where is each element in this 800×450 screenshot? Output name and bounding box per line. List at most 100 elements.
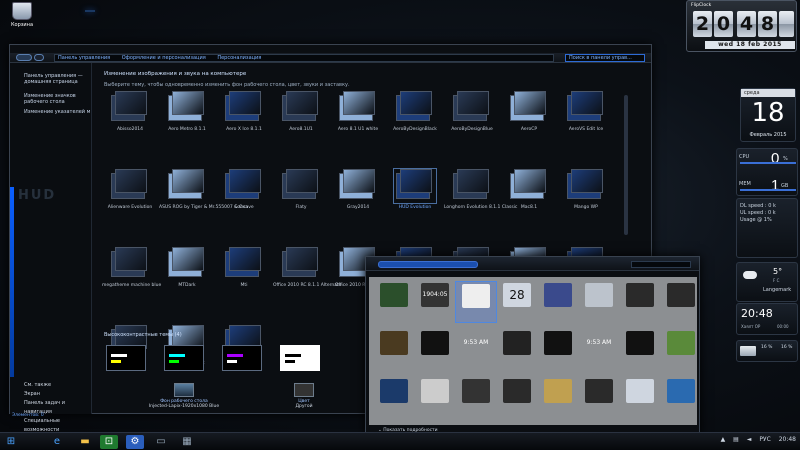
color-setting[interactable]: Цвет Другой xyxy=(284,383,324,409)
gadget-tile[interactable] xyxy=(455,377,497,419)
gadget-tile[interactable] xyxy=(373,281,415,323)
gadget-tile[interactable]: 9:53 AM xyxy=(578,329,620,371)
gadget-tile[interactable] xyxy=(619,377,661,419)
drive-free: 16 % xyxy=(781,345,793,350)
theme-thumbnail xyxy=(109,91,151,125)
theme-tile[interactable]: Flaty xyxy=(273,169,329,217)
theme-tile[interactable]: Concave xyxy=(216,169,272,217)
theme-tile[interactable]: Gray2014 xyxy=(330,169,386,217)
theme-thumbnail xyxy=(451,169,493,203)
taskbar: ⊞ e ▬ ⊡ ⚙ ▭ ▦ ▲ ▤ ◄ РУС 20:48 xyxy=(0,432,800,450)
hc-theme[interactable] xyxy=(280,345,320,371)
store-icon[interactable]: ⊡ xyxy=(100,435,118,449)
theme-tile[interactable]: AeroCP xyxy=(501,91,557,139)
drive-meter-gadget[interactable]: 16 % 16 % xyxy=(736,340,798,362)
lang-indicator[interactable]: РУС xyxy=(759,436,770,443)
network-meter-gadget[interactable]: DL speed : 0 k UL speed : 0 k Usage @ 1% xyxy=(736,198,798,258)
hc-theme[interactable] xyxy=(222,345,262,371)
theme-thumbnail xyxy=(394,91,436,125)
theme-name: megatheme machine blue xyxy=(102,283,162,288)
gadget-tile[interactable] xyxy=(537,377,579,419)
theme-tile[interactable]: Office 2010 RC 8.1.1 Alternate xyxy=(273,247,342,295)
gadget-tile[interactable] xyxy=(660,377,702,419)
sidebar-link-pointers[interactable]: Изменение указателей мыши xyxy=(24,109,90,115)
theme-tile[interactable]: Aero X Ice 8.1.1 xyxy=(216,91,272,139)
gallery-search-input[interactable] xyxy=(631,261,691,268)
gadget-tile[interactable] xyxy=(578,281,620,323)
gadget-tile[interactable] xyxy=(660,329,702,371)
sidebar-link-icons[interactable]: Изменение значков рабочего стола xyxy=(24,93,90,105)
theme-name: Mango WP xyxy=(574,205,598,210)
breadcrumb[interactable]: Панель управления Оформление и персонали… xyxy=(54,54,554,62)
gadget-tile[interactable]: 9:53 AM xyxy=(455,329,497,371)
gallery-tabs[interactable] xyxy=(378,261,478,268)
theme-tile[interactable]: AeroByDesignBlack xyxy=(387,91,443,139)
gadget-tile[interactable] xyxy=(537,281,579,323)
theme-tile[interactable]: Longhorn Evolution 8.1.1 Classic xyxy=(444,169,517,217)
theme-tile[interactable]: Mac8.1 xyxy=(501,169,557,217)
theme-tile[interactable]: Aero 8.1 U1 white xyxy=(330,91,386,139)
volume-icon[interactable]: ◄ xyxy=(747,436,752,443)
gadget-tile[interactable] xyxy=(373,377,415,419)
tray-clock[interactable]: 20:48 xyxy=(779,436,796,443)
search-input[interactable]: Поиск в панели управ... xyxy=(565,54,645,62)
gadget-thumbnail xyxy=(462,379,490,403)
gadget-tile[interactable] xyxy=(414,329,456,371)
theme-tile[interactable]: HUD Evolution xyxy=(387,168,443,217)
ie-icon[interactable]: e xyxy=(48,435,66,449)
see-also-display[interactable]: Экран xyxy=(24,390,91,399)
gadgets-icon[interactable]: ▦ xyxy=(178,435,196,449)
calendar-gadget[interactable]: среда 18 Февраль 2015 xyxy=(740,88,796,142)
forward-button[interactable] xyxy=(34,54,44,61)
gadget-tile[interactable] xyxy=(578,377,620,419)
theme-tile[interactable]: Aero Metro 8.1.1 xyxy=(159,91,215,139)
flip-clock-gadget[interactable]: FlipClock 2 0 4 8 wed 18 feb 2015 xyxy=(686,0,797,52)
gadget-tile[interactable] xyxy=(537,329,579,371)
clock-gadget[interactable]: 20:48 Хаялт ОР 00:00 xyxy=(736,303,798,335)
recycle-bin[interactable]: Корзина xyxy=(5,2,39,28)
theme-tile[interactable]: MTDark xyxy=(159,247,215,295)
gadget-thumbnail xyxy=(626,283,654,307)
hc-theme[interactable] xyxy=(164,345,204,371)
gadget-tile[interactable]: 28 xyxy=(496,281,538,323)
breadcrumb-item[interactable]: Панель управления xyxy=(58,55,110,61)
breadcrumb-item[interactable]: Персонализация xyxy=(217,55,261,61)
clock-sub: Хаялт ОР xyxy=(741,324,761,329)
start-button[interactable]: ⊞ xyxy=(2,435,20,449)
gadget-tile[interactable] xyxy=(373,329,415,371)
gadget-tile[interactable] xyxy=(414,377,456,419)
gadget-tile[interactable]: 1904:05 xyxy=(414,281,456,323)
theme-tile[interactable]: AeroVS Edit Ice xyxy=(558,91,614,139)
gadget-tile[interactable] xyxy=(660,281,702,323)
theme-tile[interactable]: Alienware Evolution xyxy=(102,169,158,217)
network-icon[interactable]: ▤ xyxy=(733,436,739,443)
theme-thumbnail xyxy=(508,169,550,203)
gadget-tile[interactable] xyxy=(619,281,661,323)
tray-arrow-icon[interactable]: ▲ xyxy=(721,436,726,443)
back-button[interactable] xyxy=(16,54,32,61)
gadget-tile[interactable] xyxy=(619,329,661,371)
theme-tile[interactable]: ASUS ROG by Tiger & Mr.555007 & Ova xyxy=(159,169,248,217)
hc-theme[interactable] xyxy=(106,345,146,371)
gadget-tile[interactable] xyxy=(455,281,497,323)
theme-tile[interactable]: Abisso2014 xyxy=(102,91,158,139)
theme-tile[interactable]: megatheme machine blue xyxy=(102,247,162,295)
scrollbar[interactable] xyxy=(624,95,628,235)
gadget-thumbnail xyxy=(503,331,531,355)
theme-name: AeroCP xyxy=(520,127,538,132)
theme-tile[interactable]: Aero8.1U1 xyxy=(273,91,329,139)
explorer-icon[interactable]: ▬ xyxy=(76,435,94,449)
control-panel-icon[interactable]: ⚙ xyxy=(126,435,144,449)
weather-gadget[interactable]: 5° F C Langemark xyxy=(736,262,798,302)
weather-temp: 5° xyxy=(773,267,783,276)
theme-tile[interactable]: AeroByDesignBlue xyxy=(444,91,500,139)
window-switch-icon[interactable]: ▭ xyxy=(152,435,170,449)
sidebar-link-home[interactable]: Панель управления — домашняя страница xyxy=(24,73,90,85)
theme-tile[interactable]: Mti xyxy=(216,247,272,295)
theme-tile[interactable]: Mango WP xyxy=(558,169,614,217)
wallpaper-setting[interactable]: Фон рабочего стола Injected-Lapix-1920x1… xyxy=(134,383,234,409)
gadget-tile[interactable] xyxy=(496,377,538,419)
gadget-tile[interactable] xyxy=(496,329,538,371)
cpu-meter-gadget[interactable]: CPU 0 % MEM 1 GB xyxy=(736,148,798,196)
breadcrumb-item[interactable]: Оформление и персонализация xyxy=(122,55,206,61)
